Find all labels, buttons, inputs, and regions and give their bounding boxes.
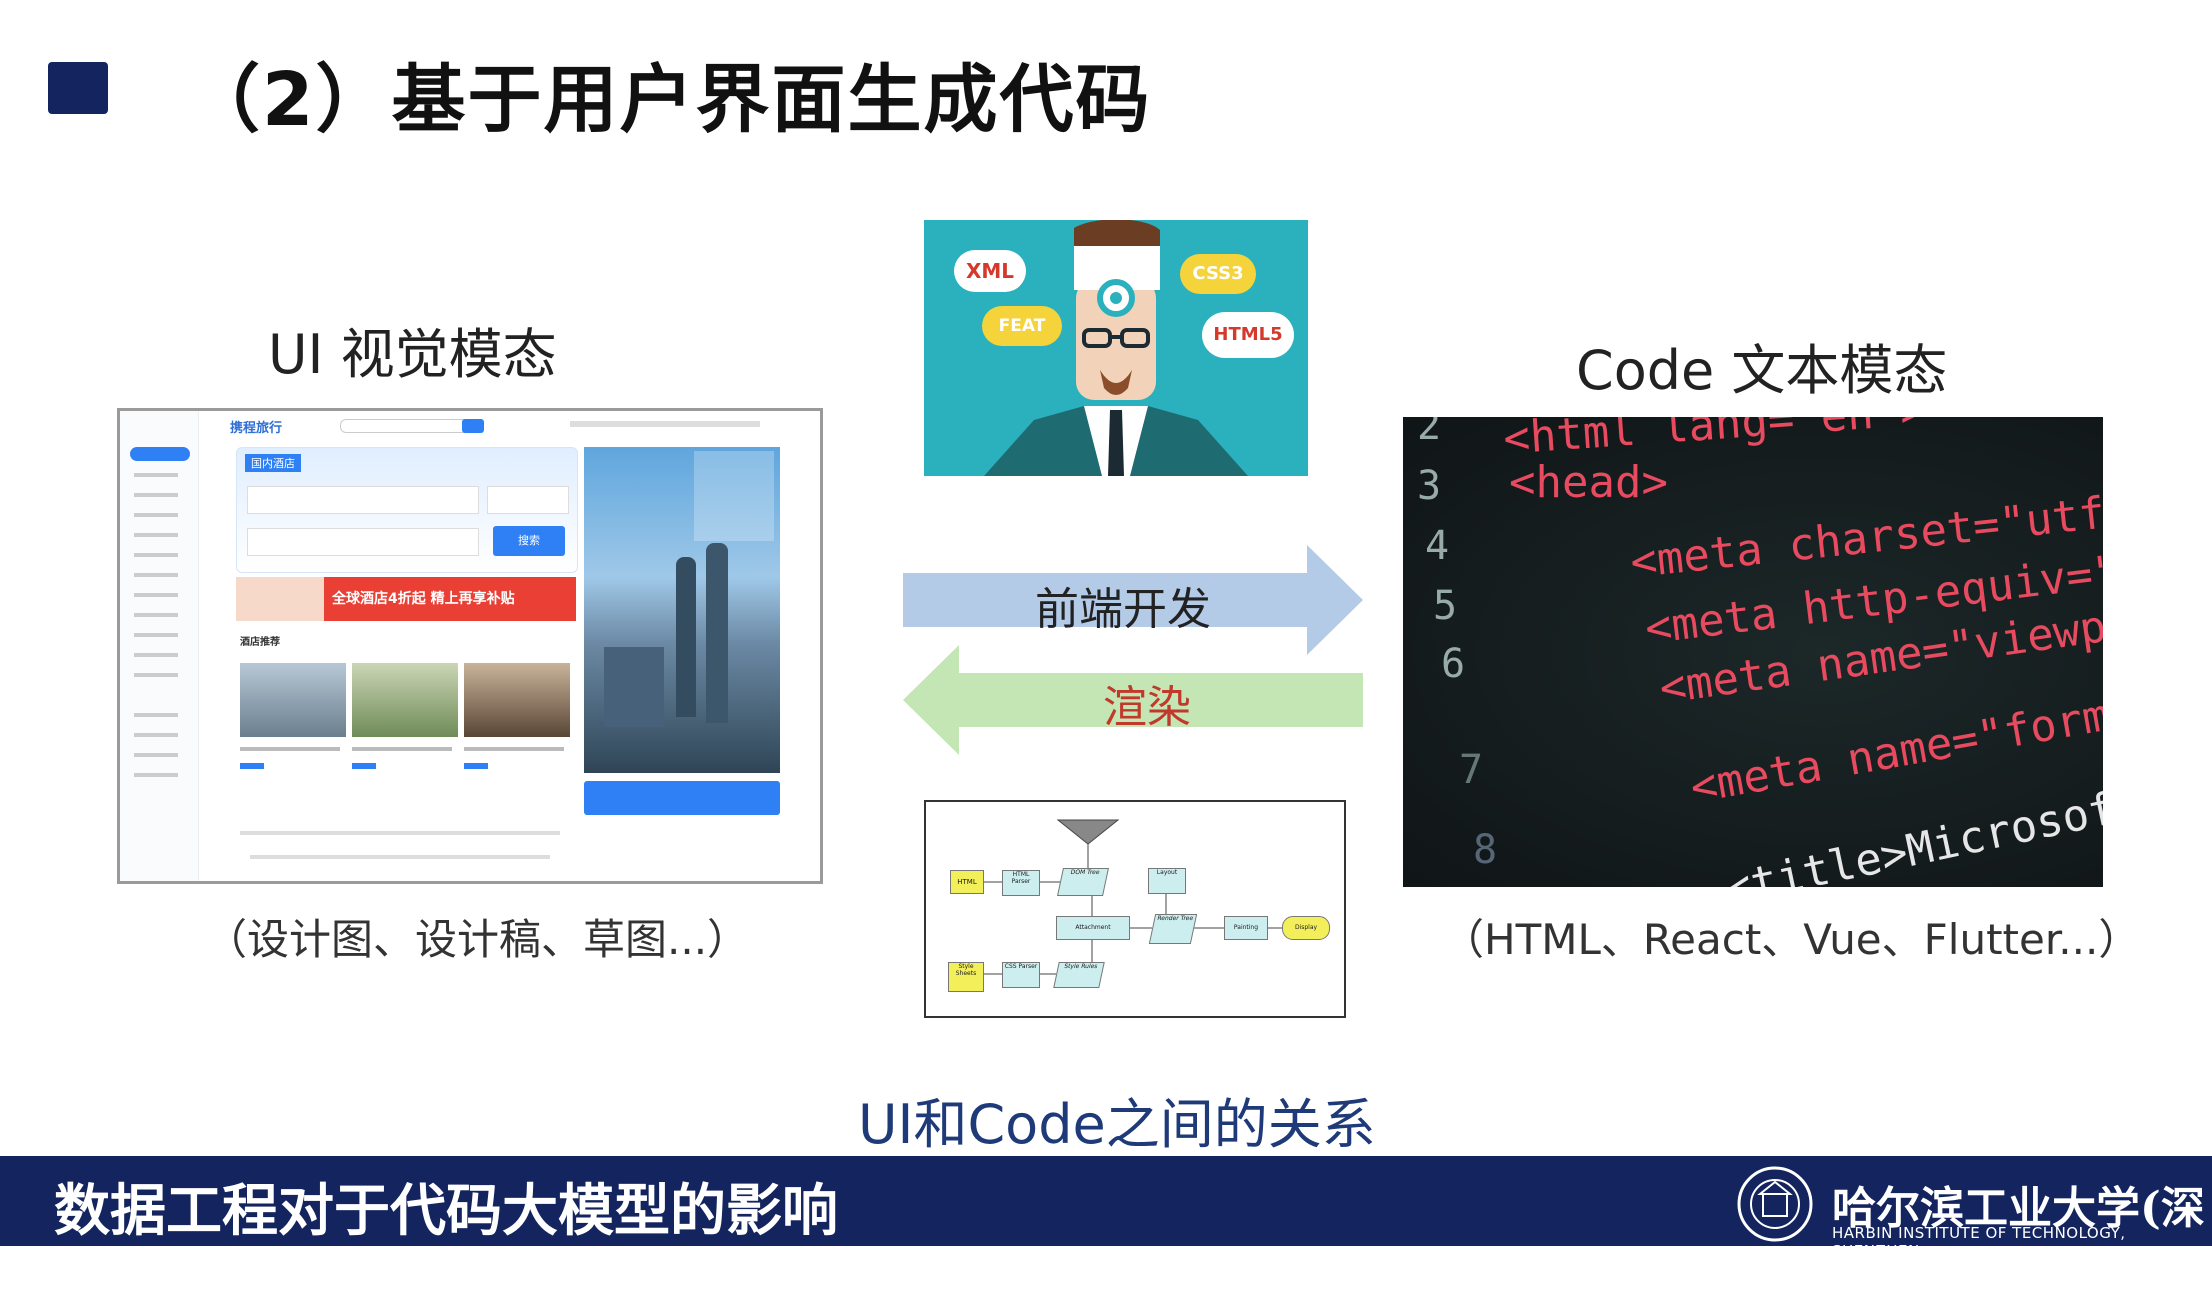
flow-node-html: HTML [950, 870, 984, 894]
render-arrow: 渲染 [903, 645, 1363, 755]
ui-modality-caption: UI 视觉模态 [268, 323, 557, 386]
developer-illustration: XML CSS3 FEAT HTML5 [924, 220, 1308, 476]
flow-node-css-parser: CSS Parser [1002, 962, 1040, 988]
code-screenshot: 2 <html lang="en"> 3 <head> 4 <meta char… [1403, 417, 2103, 887]
flow-node-style-sheets: Style Sheets [948, 962, 984, 992]
flow-node-display: Display [1282, 916, 1330, 940]
line-num-6: 6 [1441, 641, 1466, 687]
css3-bubble: CSS3 [1180, 254, 1256, 294]
mini-sidebar [120, 411, 199, 881]
code-modality-examples: （HTML、React、Vue、Flutter...） [1442, 915, 2141, 964]
relation-caption: UI和Code之间的关系 [858, 1093, 1376, 1156]
frontend-dev-arrow: 前端开发 [903, 545, 1363, 655]
code-modality-caption: Code 文本模态 [1576, 339, 1948, 402]
footer-title: 数据工程对于代码大模型的影响 [54, 1179, 838, 1244]
slide-title: （2）基于用户界面生成代码 [186, 57, 1152, 143]
render-label: 渲染 [1103, 682, 1191, 733]
title-bullet [48, 62, 108, 114]
feat-bubble: FEAT [982, 306, 1062, 346]
render-pipeline-flowchart: HTML HTML Parser DOM Tree Layout Attachm… [924, 800, 1346, 1018]
line-num-7: 7 [1459, 747, 1484, 793]
ui-screenshot: 携程旅行 国内酒店 搜索 全球酒店4折起 精上再享补贴 酒店推荐 [117, 408, 823, 884]
flow-node-attachment: Attachment [1056, 916, 1130, 940]
frontend-dev-label: 前端开发 [1035, 584, 1211, 635]
xml-bubble: XML [954, 250, 1026, 292]
ui-modality-examples: （设计图、设计稿、草图...） [205, 915, 750, 964]
mini-city-photo [584, 447, 780, 773]
line-num-4: 4 [1425, 523, 1450, 569]
university-seal-icon [1730, 1164, 1820, 1244]
line-num-5: 5 [1433, 583, 1458, 629]
flow-node-html-parser: HTML Parser [1002, 870, 1040, 896]
university-name-en: HARBIN INSTITUTE OF TECHNOLOGY, SHENZHEN [1832, 1224, 2126, 1260]
html5-bubble: HTML5 [1202, 312, 1294, 358]
mini-search-panel: 国内酒店 搜索 [236, 447, 578, 573]
flow-node-dom-tree: DOM Tree [1057, 868, 1109, 896]
flow-node-style-rules: Style Rules [1053, 962, 1105, 988]
line-num-3: 3 [1417, 463, 1442, 509]
mini-logo: 携程旅行 [230, 421, 283, 436]
flow-node-render-tree: Render Tree [1148, 914, 1198, 944]
line-num-2: 2 [1417, 417, 1442, 449]
code-line-head: <head> [1509, 457, 1668, 508]
flow-node-layout: Layout [1148, 868, 1186, 894]
line-num-8: 8 [1473, 827, 1498, 873]
mini-section-title: 酒店推荐 [240, 637, 280, 648]
flow-node-painting: Painting [1224, 916, 1268, 940]
